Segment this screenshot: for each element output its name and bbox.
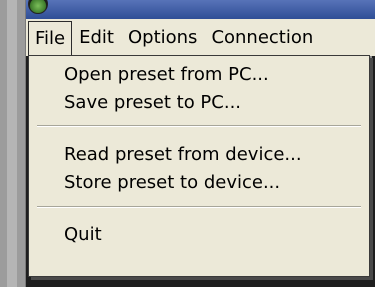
window-border-inner xyxy=(7,0,17,287)
menu-item-store-preset[interactable]: Store preset to device... xyxy=(64,170,280,196)
app-logo-icon[interactable] xyxy=(28,0,48,14)
content-divider xyxy=(370,56,372,116)
menu-options[interactable]: Options xyxy=(121,22,204,53)
title-bar xyxy=(0,0,375,19)
menu-item-quit[interactable]: Quit xyxy=(64,222,102,248)
application-window: File Edit Options Connection Open preset… xyxy=(0,0,375,287)
menu-bar: File Edit Options Connection xyxy=(26,19,375,57)
file-menu-dropdown: Open preset from PC... Save preset to PC… xyxy=(28,55,370,277)
menu-item-save-preset[interactable]: Save preset to PC... xyxy=(64,90,241,116)
window-left-border xyxy=(0,0,26,287)
menu-item-open-preset[interactable]: Open preset from PC... xyxy=(64,62,269,88)
menu-separator xyxy=(37,206,361,208)
menu-item-read-preset[interactable]: Read preset from device... xyxy=(64,142,302,168)
menu-file[interactable]: File xyxy=(28,20,73,57)
menu-connection[interactable]: Connection xyxy=(204,22,320,53)
menu-separator xyxy=(37,125,361,127)
menu-edit[interactable]: Edit xyxy=(72,22,121,53)
